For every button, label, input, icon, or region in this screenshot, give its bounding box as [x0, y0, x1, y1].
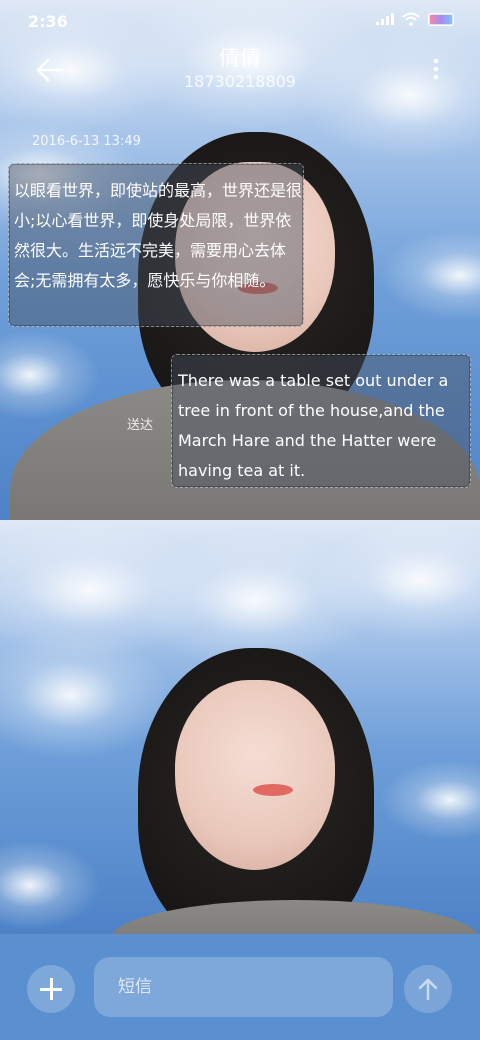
outgoing-message-text: There was a table set out under a tree i… — [178, 371, 449, 480]
send-arrow-icon — [418, 978, 438, 1001]
wifi-icon — [402, 12, 420, 26]
sent-status: 送达 — [127, 418, 154, 433]
signal-icon — [376, 13, 394, 25]
status-icons — [376, 12, 454, 26]
wallpaper-photo-bottom — [0, 520, 480, 934]
message-input[interactable] — [94, 957, 393, 1017]
more-vertical-icon[interactable] — [432, 58, 440, 80]
plus-icon[interactable] — [27, 965, 75, 1013]
status-time: 2:36 — [28, 12, 68, 31]
status-bar: 2:36 — [0, 0, 480, 40]
send-button[interactable] — [404, 965, 452, 1013]
message-date: 2016-6-13 13:49 — [32, 134, 141, 149]
incoming-message-bubble[interactable]: 以眼看世界，即使站的最高，世界还是很小;以心看世界，即使身处局限，世界依然很大。… — [8, 163, 304, 327]
contact-name: 倩倩 — [219, 46, 261, 70]
outgoing-message-bubble[interactable]: There was a table set out under a tree i… — [171, 354, 471, 488]
message-input-wrapper — [94, 957, 393, 1017]
incoming-message-text: 以眼看世界，即使站的最高，世界还是很小;以心看世界，即使身处局限，世界依然很大。… — [14, 181, 303, 290]
battery-icon — [428, 12, 454, 26]
contact-phone: 18730218809 — [184, 72, 296, 91]
